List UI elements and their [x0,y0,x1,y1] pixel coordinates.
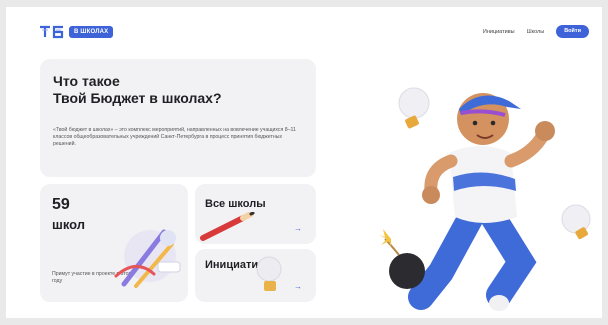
login-button[interactable]: Войти [556,25,589,38]
logo-badge: В ШКОЛАХ [69,26,114,38]
initiatives-tile[interactable]: Инициативы → [195,249,316,302]
hero-card: Что такое Твой Бюджет в школах? «Твой бю… [40,59,316,177]
schools-count-number: 59 [52,196,70,213]
hero-title-line2: Твой Бюджет в школах? [53,90,222,106]
schools-count-card: 59 школ Примут участие в проекте в этом … [40,184,188,302]
nav-link-schools[interactable]: Школы [527,29,545,35]
schools-count-unit: школ [52,217,86,232]
page-frame: В ШКОЛАХ Инициативы Школы Войти Что тако… [6,7,602,318]
hero-title-line1: Что такое [53,73,120,89]
nav-link-initiatives[interactable]: Инициативы [483,29,515,35]
student-character-illustration [379,87,591,311]
hero-description: «Твой бюджет в школах» – это комплекс ме… [53,127,296,147]
pencil-icon [200,212,255,241]
lightbulb-right-icon [561,204,591,240]
initiatives-arrow-icon: → [294,282,302,291]
all-schools-arrow-icon: → [294,224,302,233]
logo-mark-icon [40,25,64,39]
all-schools-tile[interactable]: Все школы → [195,184,316,244]
all-schools-title: Все школы [205,198,266,210]
hero-title: Что такое Твой Бюджет в школах? [53,73,293,107]
bomb-icon [379,229,425,289]
stationery-illustration-icon [114,229,181,288]
lightbulb-left-icon [398,87,430,129]
site-logo[interactable]: В ШКОЛАХ [39,25,114,39]
top-nav: Инициативы Школы Войти [483,25,589,38]
lightbulb-icon [256,256,282,291]
